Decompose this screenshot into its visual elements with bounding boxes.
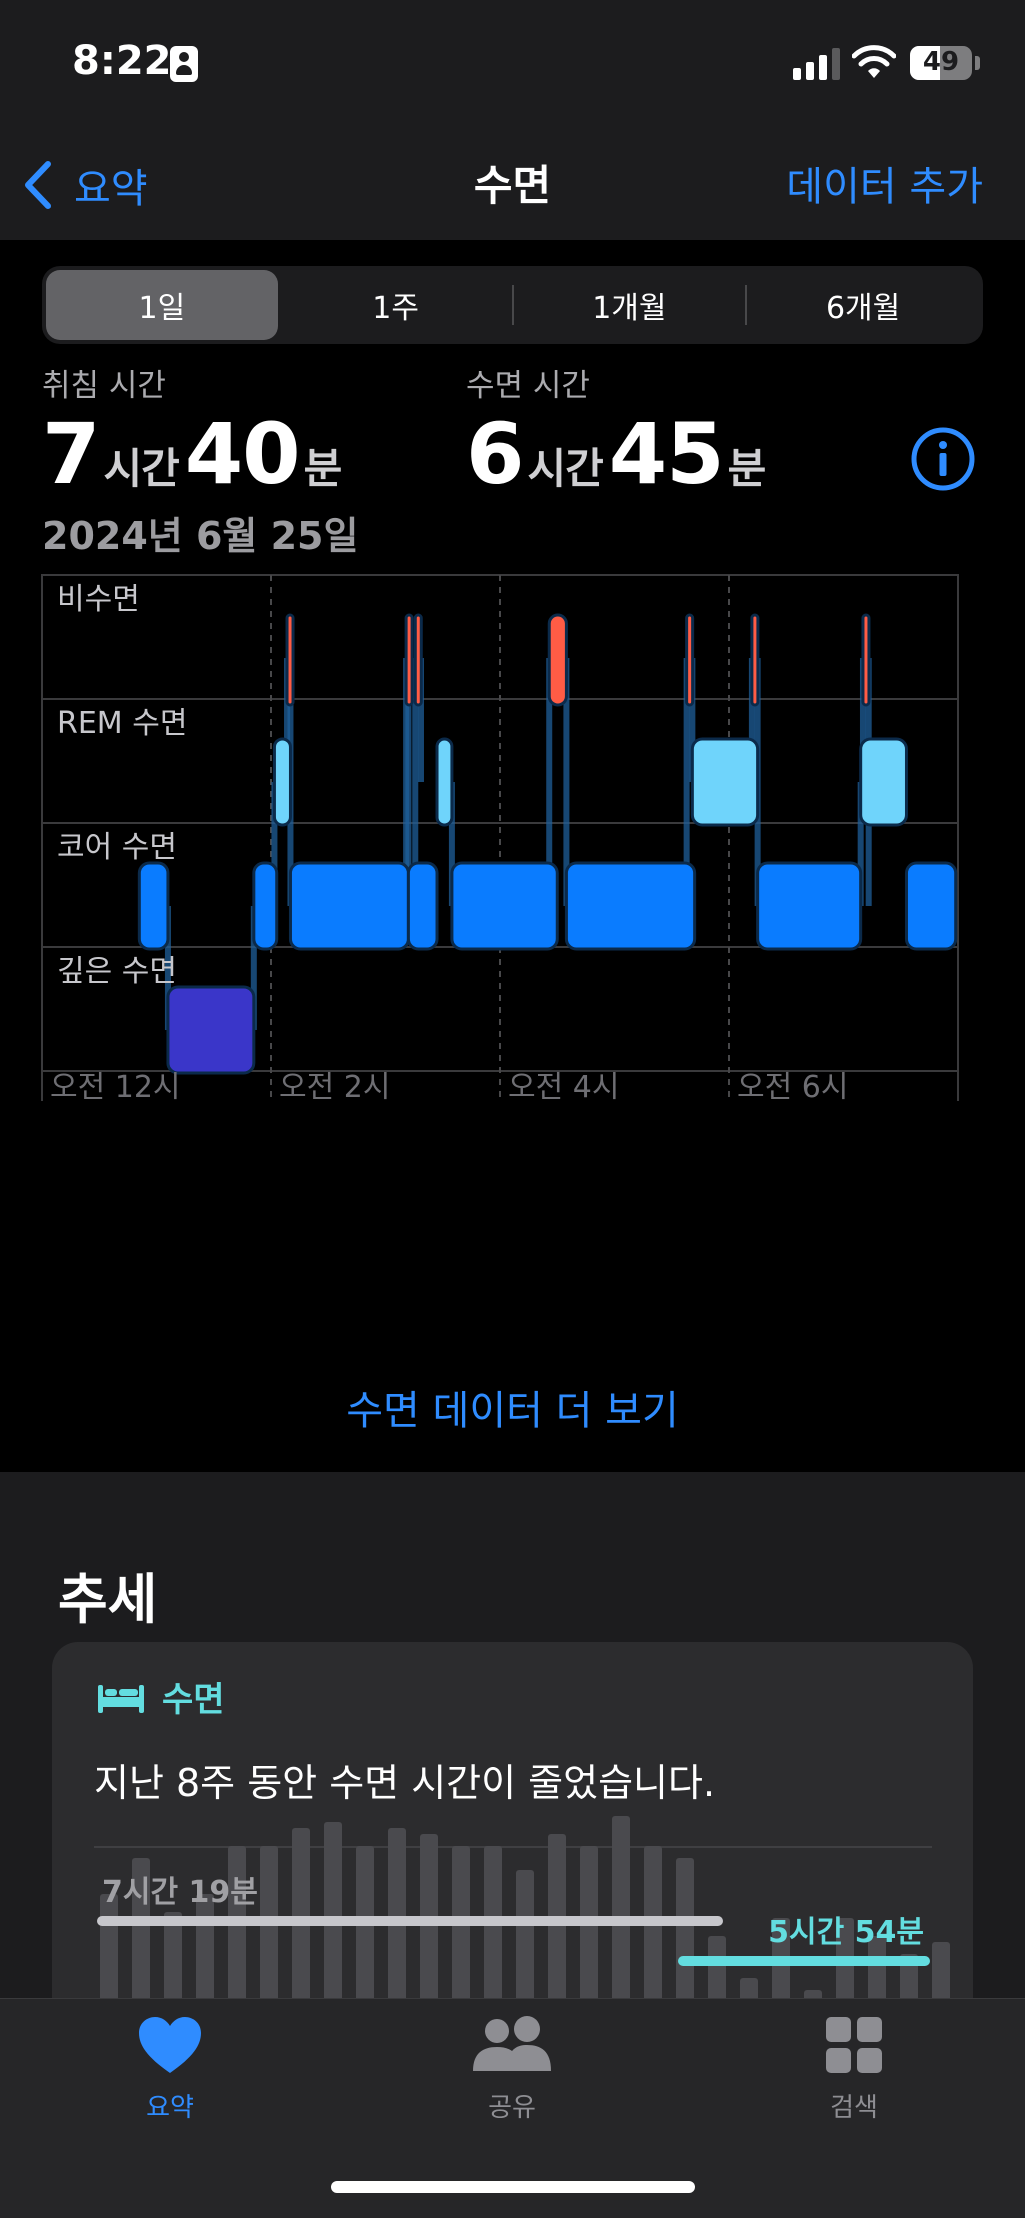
sleep-stage-bar <box>750 613 760 707</box>
sleep-stage-bar <box>564 861 697 951</box>
x-tick-label: 오전 6시 <box>737 1070 848 1105</box>
home-indicator <box>331 2181 695 2193</box>
sleep-stage-bar <box>272 737 292 827</box>
info-icon[interactable] <box>910 426 976 492</box>
status-time: 8:22 <box>72 38 172 84</box>
avg-before-line <box>97 1916 723 1926</box>
segment-1-week[interactable]: 1주 <box>280 270 512 340</box>
sleep-stage-bar <box>288 861 410 951</box>
people-icon <box>473 2016 551 2071</box>
segment-1-month[interactable]: 1개월 <box>514 270 746 340</box>
tab-browse[interactable]: 검색 <box>754 2015 954 2124</box>
sleep-stage-bar <box>404 613 414 707</box>
asleep-hours: 6 <box>466 405 524 503</box>
cellular-signal-icon <box>793 48 841 80</box>
asleep-value: 6시간45분 <box>466 405 771 503</box>
tab-summary[interactable]: 요약 <box>70 2015 270 2124</box>
segment-6-months[interactable]: 6개월 <box>747 270 979 340</box>
sleep-stage-bar <box>859 737 908 827</box>
id-card-icon <box>170 46 198 82</box>
wifi-icon <box>852 45 896 78</box>
avg-before-label: 7시간 19분 <box>102 1875 258 1910</box>
sleep-stage-bar <box>685 613 695 707</box>
navigation-bar: 요약 수면 데이터 추가 <box>0 130 1025 240</box>
sleep-stages-chart: 비수면 REM 수면코어 수면깊은 수면오전 12시 오전 2시 오전 4시 오전 6시 <box>41 574 959 1105</box>
battery-icon: 49 <box>910 46 972 80</box>
date-label: 2024년 6월 25일 <box>42 514 359 558</box>
sleep-stage-bar <box>435 737 454 827</box>
sleep-stage-bar <box>406 861 439 951</box>
back-label: 요약 <box>74 166 148 212</box>
heart-icon <box>139 2017 201 2073</box>
stage-label: 코어 수면 <box>57 830 177 865</box>
sleep-stage-bar <box>756 861 863 951</box>
tab-sharing-label: 공유 <box>488 2093 536 2123</box>
show-more-sleep-data-link[interactable]: 수면 데이터 더 보기 <box>0 1378 1025 1436</box>
sleep-stage-bar <box>166 985 256 1075</box>
period-segmented-control: 1일 1주 1개월 6개월 <box>42 266 983 344</box>
stage-label: REM 수면 <box>57 706 187 741</box>
sleep-stage-bar <box>690 737 760 827</box>
battery-cap <box>975 56 980 70</box>
in-bed-value: 7시간40분 <box>42 405 347 503</box>
asleep-hours-unit: 시간 <box>527 444 603 493</box>
x-tick-label: 오전 4시 <box>508 1070 619 1105</box>
tab-summary-label: 요약 <box>146 2093 194 2123</box>
add-data-button[interactable]: 데이터 추가 <box>786 154 983 212</box>
avg-after-line <box>678 1956 930 1966</box>
tab-sharing[interactable]: 공유 <box>412 2015 612 2124</box>
stage-label: 깊은 수면 <box>57 954 177 989</box>
in-bed-label: 취침 시간 <box>42 368 166 404</box>
in-bed-hours-unit: 시간 <box>103 444 179 493</box>
sleep-stage-bar <box>861 613 871 707</box>
sleep-stage-bar <box>252 861 279 951</box>
sleep-stage-bar <box>547 613 568 707</box>
battery-level: 49 <box>922 47 960 77</box>
x-tick-label: 오전 2시 <box>279 1070 390 1105</box>
trends-title: 추세 <box>58 1568 158 1631</box>
status-bar: 8:22 49 <box>0 0 1025 130</box>
in-bed-minutes-unit: 분 <box>303 444 343 493</box>
segment-1-day[interactable]: 1일 <box>46 270 278 340</box>
avg-after-label: 5시간 54분 <box>768 1915 924 1950</box>
sleep-stage-bar <box>137 861 170 951</box>
x-tick-label: 오전 12시 <box>50 1070 181 1105</box>
chevron-left-icon <box>25 161 51 209</box>
sleep-stage-bar <box>904 861 958 951</box>
in-bed-hours: 7 <box>42 405 100 503</box>
asleep-label: 수면 시간 <box>466 368 590 404</box>
sleep-stage-bar <box>413 613 423 707</box>
sleep-stage-bar <box>450 861 559 951</box>
back-button[interactable]: 요약 <box>20 150 148 220</box>
in-bed-minutes: 40 <box>184 405 301 503</box>
asleep-minutes-unit: 분 <box>727 444 767 493</box>
stage-label: 비수면 <box>57 582 140 617</box>
asleep-minutes: 45 <box>608 405 725 503</box>
sleep-stage-bar <box>285 613 295 707</box>
tab-browse-label: 검색 <box>830 2093 878 2123</box>
grid-icon <box>826 2017 882 2073</box>
